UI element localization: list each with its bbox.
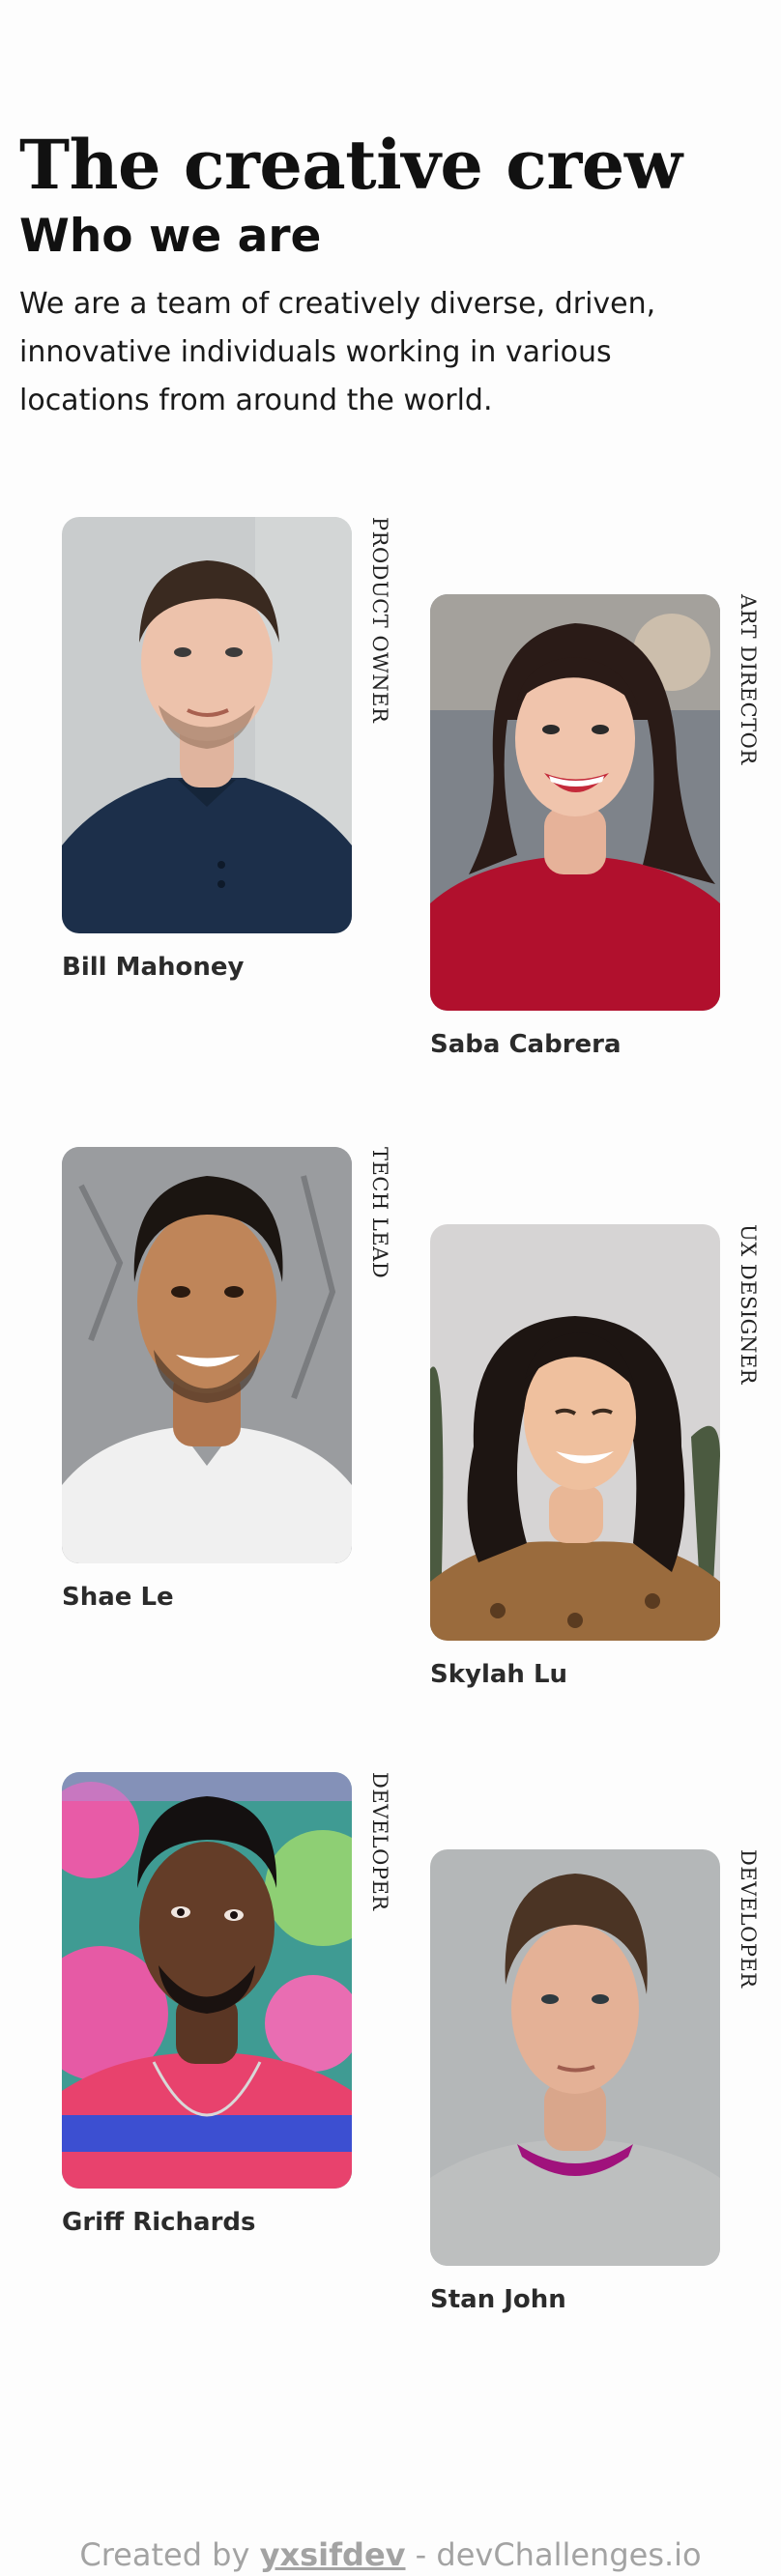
member-role: DEVELOPER <box>737 1849 760 1989</box>
section-subtitle: Who we are <box>19 210 322 263</box>
member-photo <box>62 517 352 933</box>
member-name: Shae Le <box>62 1583 174 1612</box>
portrait-image <box>62 517 352 933</box>
member-role: PRODUCT OWNER <box>368 517 391 724</box>
team-member-card: UX DESIGNER Skylah Lu <box>430 1224 764 1692</box>
member-photo <box>430 1224 720 1641</box>
intro-section: The creative crew Who we are We are a te… <box>19 124 735 425</box>
team-member-card: ART DIRECTOR Saba Cabrera <box>430 594 764 1062</box>
portrait-image <box>62 1147 352 1563</box>
portrait-image <box>430 594 720 1011</box>
member-photo <box>430 594 720 1011</box>
member-name: Stan John <box>430 2285 566 2314</box>
member-role: DEVELOPER <box>368 1772 391 1911</box>
portrait-image <box>430 1849 720 2266</box>
portrait-image <box>62 1772 352 2189</box>
team-member-card: TECH LEAD Shae Le <box>62 1147 395 1615</box>
member-role: ART DIRECTOR <box>737 594 760 765</box>
member-photo <box>62 1772 352 2189</box>
page-footer: Created by yxsifdev - devChallenges.io <box>0 2535 781 2574</box>
member-name: Skylah Lu <box>430 1660 568 1689</box>
portrait-image <box>430 1224 720 1641</box>
member-name: Saba Cabrera <box>430 1030 622 1059</box>
footer-prefix: Created by <box>79 2536 250 2573</box>
team-member-card: DEVELOPER Stan John <box>430 1849 764 2317</box>
member-name: Griff Richards <box>62 2208 256 2237</box>
member-role: UX DESIGNER <box>737 1224 760 1385</box>
footer-separator: - <box>415 2536 427 2573</box>
team-member-card: PRODUCT OWNER Bill Mahoney <box>62 517 395 985</box>
member-photo <box>62 1147 352 1563</box>
member-photo <box>430 1849 720 2266</box>
team-member-card: DEVELOPER Griff Richards <box>62 1772 395 2240</box>
member-name: Bill Mahoney <box>62 953 245 982</box>
member-role: TECH LEAD <box>368 1147 391 1279</box>
author-link[interactable]: yxsifdev <box>260 2536 406 2573</box>
intro-paragraph: We are a team of creatively diverse, dri… <box>19 287 656 417</box>
page-title: The creative crew <box>19 125 682 205</box>
footer-site: devChallenges.io <box>436 2536 702 2573</box>
